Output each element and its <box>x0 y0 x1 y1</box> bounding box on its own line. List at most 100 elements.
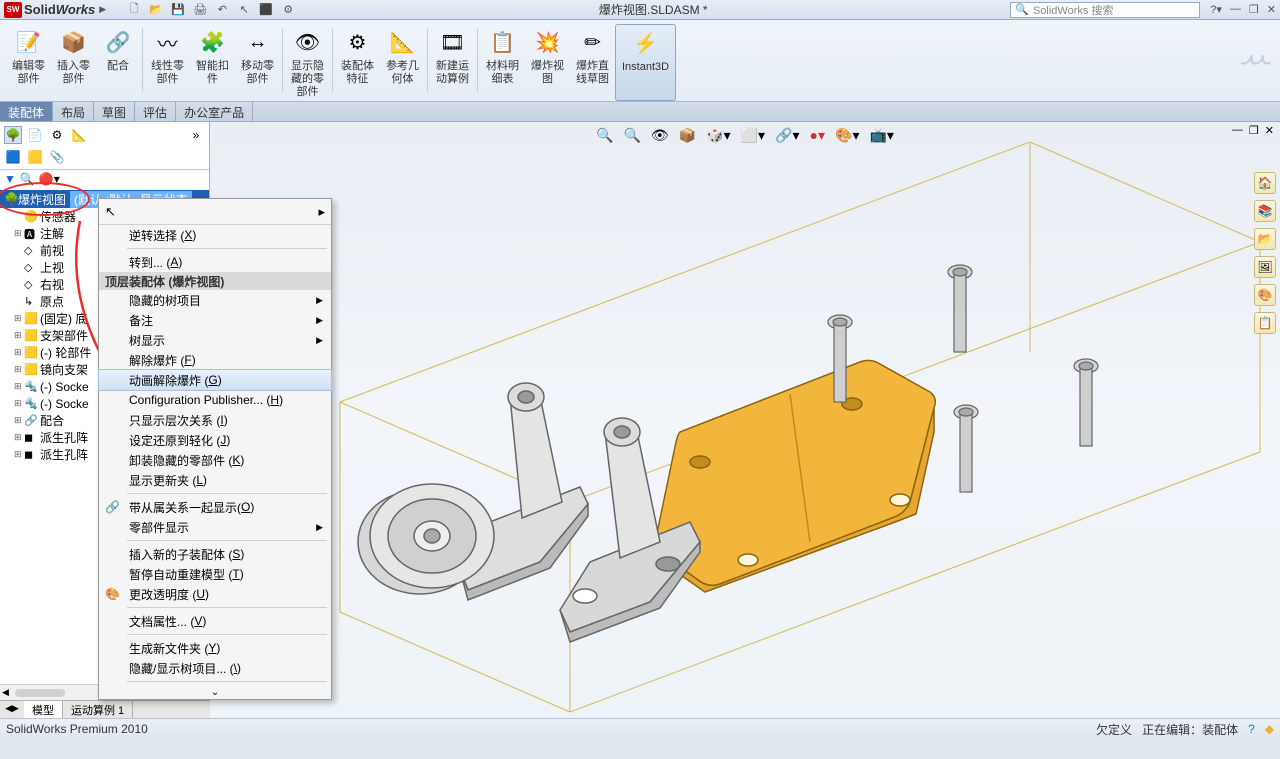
undo-icon[interactable]: ↶ <box>214 2 230 18</box>
ribbon-参考几何体[interactable]: 📐参考几 何体 <box>380 24 425 101</box>
rebuild-icon[interactable]: ⬛ <box>258 2 274 18</box>
ctx-item[interactable]: 🎨更改透明度 (U) <box>99 584 331 604</box>
hide-show-icon[interactable]: 🔗▾ <box>775 127 799 144</box>
tab-model[interactable]: 模型 <box>24 701 63 718</box>
view-palette-icon[interactable]: 🖼 <box>1254 256 1276 278</box>
search-box[interactable]: 🔍 SolidWorks 搜索 <box>1010 2 1200 18</box>
app-logo-icon: SW <box>4 2 22 18</box>
ctx-expand-icon[interactable]: ⌄ <box>99 685 331 699</box>
new-file-icon[interactable]: 🗋 <box>126 2 142 18</box>
ctx-item[interactable]: 解除爆炸 (F) <box>99 350 331 370</box>
ctx-item[interactable]: 备注▶ <box>99 310 331 330</box>
library-icon[interactable]: 📚 <box>1254 200 1276 222</box>
tab-motion-study[interactable]: 运动算例 1 <box>63 701 133 718</box>
zoom-out-icon[interactable]: 🔍 <box>20 172 35 186</box>
ctx-pin-icon[interactable]: ▸ <box>318 204 325 220</box>
feature-tree-tab-icon[interactable]: 🌳 <box>4 126 22 144</box>
view-orient-icon[interactable]: 🎲▾ <box>706 127 730 144</box>
ctx-item[interactable]: 设定还原到轻化 (J) <box>99 430 331 450</box>
ctx-item[interactable]: 插入新的子装配体 (S) <box>99 544 331 564</box>
tab-草图[interactable]: 草图 <box>94 102 135 121</box>
bottom-tabs-nav[interactable]: ◀▶ <box>0 701 24 718</box>
config-tab-icon[interactable]: ⚙ <box>48 126 66 144</box>
ribbon-配合[interactable]: 🔗配合 <box>96 24 140 101</box>
custom-props-icon[interactable]: 📋 <box>1254 312 1276 334</box>
home-icon[interactable]: 🏠 <box>1254 172 1276 194</box>
ds-logo-icon: ꕀ <box>1236 34 1272 81</box>
ctx-item[interactable]: 隐藏的树项目▶ <box>99 290 331 310</box>
ctx-invert-selection[interactable]: 逆转选择 (X) <box>99 225 331 245</box>
model-canvas: Y X Z <box>210 122 1280 718</box>
tab-办公室产品[interactable]: 办公室产品 <box>176 102 253 121</box>
status-editing: 正在编辑：装配体 <box>1142 721 1238 738</box>
help-icon[interactable]: ?▾ <box>1210 3 1222 16</box>
ribbon-爆炸视图[interactable]: 💥爆炸视 图 <box>525 24 570 101</box>
status-flag-icon[interactable]: ◆ <box>1265 722 1274 736</box>
ribbon-智能扣件[interactable]: 🧩智能扣 件 <box>190 24 235 101</box>
quick-access-toolbar: 🗋 📂 💾 🖨 ↶ ↖ ⬛ ⚙ <box>126 2 296 18</box>
ribbon-线性零部件[interactable]: 〰线性零 部件 <box>145 24 190 101</box>
ctx-goto[interactable]: 转到... (A) <box>99 252 331 272</box>
ribbon-插入零部件[interactable]: 📦插入零 部件 <box>51 24 96 101</box>
ribbon-Instant3D[interactable]: ⚡Instant3D <box>615 24 676 101</box>
tab-布局[interactable]: 布局 <box>53 102 94 121</box>
prev-view-icon[interactable]: 👁 <box>651 127 669 144</box>
ctx-item[interactable]: 暂停自动重建模型 (T) <box>99 564 331 584</box>
ribbon-爆炸直线草图[interactable]: ✏爆炸直 线草图 <box>570 24 615 101</box>
ribbon-新建运动算例[interactable]: 🎞新建运 动算例 <box>430 24 475 101</box>
menu-dropdown-icon[interactable]: ▶ <box>99 4 106 15</box>
ctx-item[interactable]: 动画解除爆炸 (G) <box>99 370 331 390</box>
ribbon-显示隐藏的零部件[interactable]: 👁显示隐 藏的零 部件 <box>285 24 330 101</box>
ctx-toolbar-1: ↖ ▸ <box>99 199 331 225</box>
filter-assembly-icon[interactable]: 🟦 <box>4 148 22 166</box>
tab-装配体[interactable]: 装配体 <box>0 102 53 121</box>
section-view-icon[interactable]: 📦 <box>679 127 696 144</box>
document-title: 爆炸视图.SLDASM * <box>296 1 1010 18</box>
ctx-item[interactable]: Configuration Publisher... (H) <box>99 390 331 410</box>
filter-icon[interactable]: ▼ <box>4 172 16 186</box>
zoom-area-icon[interactable]: 🔍 <box>623 127 640 144</box>
appearance-icon[interactable]: ●▾ <box>810 127 825 144</box>
ctx-header: 顶层装配体 (爆炸视图) <box>99 272 331 290</box>
ribbon-装配体特征[interactable]: ⚙装配体 特征 <box>335 24 380 101</box>
ctx-item[interactable]: 隐藏/显示树项目... (\) <box>99 658 331 678</box>
ribbon-移动零部件[interactable]: ↔移动零 部件 <box>235 24 280 101</box>
color-filter-icon[interactable]: 🔴▾ <box>39 172 60 186</box>
scene-icon[interactable]: 🎨▾ <box>835 127 859 144</box>
ctx-item[interactable]: 卸装隐藏的零部件 (K) <box>99 450 331 470</box>
file-explorer-icon[interactable]: 📂 <box>1254 228 1276 250</box>
property-tab-icon[interactable]: 📄 <box>26 126 44 144</box>
minimize-icon[interactable]: ― <box>1230 3 1241 16</box>
attach-icon[interactable]: 📎 <box>48 148 66 166</box>
tab-评估[interactable]: 评估 <box>135 102 176 121</box>
select-icon[interactable]: ↖ <box>236 2 252 18</box>
ctx-item[interactable]: 零部件显示▶ <box>99 517 331 537</box>
view-settings-icon[interactable]: 📺▾ <box>869 127 893 144</box>
filter-part-icon[interactable]: 🟨 <box>26 148 44 166</box>
status-help-icon[interactable]: ? <box>1248 722 1255 736</box>
dim-tab-icon[interactable]: 📐 <box>70 126 88 144</box>
close-icon[interactable]: ✕ <box>1267 3 1276 16</box>
ctx-item[interactable]: 树显示▶ <box>99 330 331 350</box>
display-style-icon[interactable]: ⬜▾ <box>741 127 765 144</box>
task-pane-tabs: 🏠 📚 📂 🖼 🎨 📋 <box>1254 172 1276 334</box>
open-file-icon[interactable]: 📂 <box>148 2 164 18</box>
panel-menu-icon[interactable]: » <box>187 126 205 144</box>
ctx-item[interactable]: 显示更新夹 (L) <box>99 470 331 490</box>
ctx-item[interactable]: 只显示层次关系 (I) <box>99 410 331 430</box>
cursor-icon[interactable]: ↖ <box>105 204 116 220</box>
graphics-viewport[interactable]: 🔍 🔍 👁 📦 🎲▾ ⬜▾ 🔗▾ ●▾ 🎨▾ 📺▾ ― ❐ ✕ 🏠 📚 📂 🖼 … <box>210 122 1280 718</box>
search-placeholder: SolidWorks 搜索 <box>1033 2 1113 18</box>
options-icon[interactable]: ⚙ <box>280 2 296 18</box>
zoom-fit-icon[interactable]: 🔍 <box>596 127 613 144</box>
appearances-icon[interactable]: 🎨 <box>1254 284 1276 306</box>
status-product: SolidWorks Premium 2010 <box>6 722 148 736</box>
ctx-item[interactable]: 生成新文件夹 (Y) <box>99 638 331 658</box>
ctx-item[interactable]: 文档属性... (V) <box>99 611 331 631</box>
ribbon-编辑零部件[interactable]: 📝编辑零 部件 <box>6 24 51 101</box>
ribbon-材料明细表[interactable]: 📋材料明 细表 <box>480 24 525 101</box>
ctx-item[interactable]: 🔗带从属关系一起显示(O) <box>99 497 331 517</box>
maximize-icon[interactable]: ❐ <box>1249 3 1259 16</box>
print-icon[interactable]: 🖨 <box>192 2 208 18</box>
save-icon[interactable]: 💾 <box>170 2 186 18</box>
